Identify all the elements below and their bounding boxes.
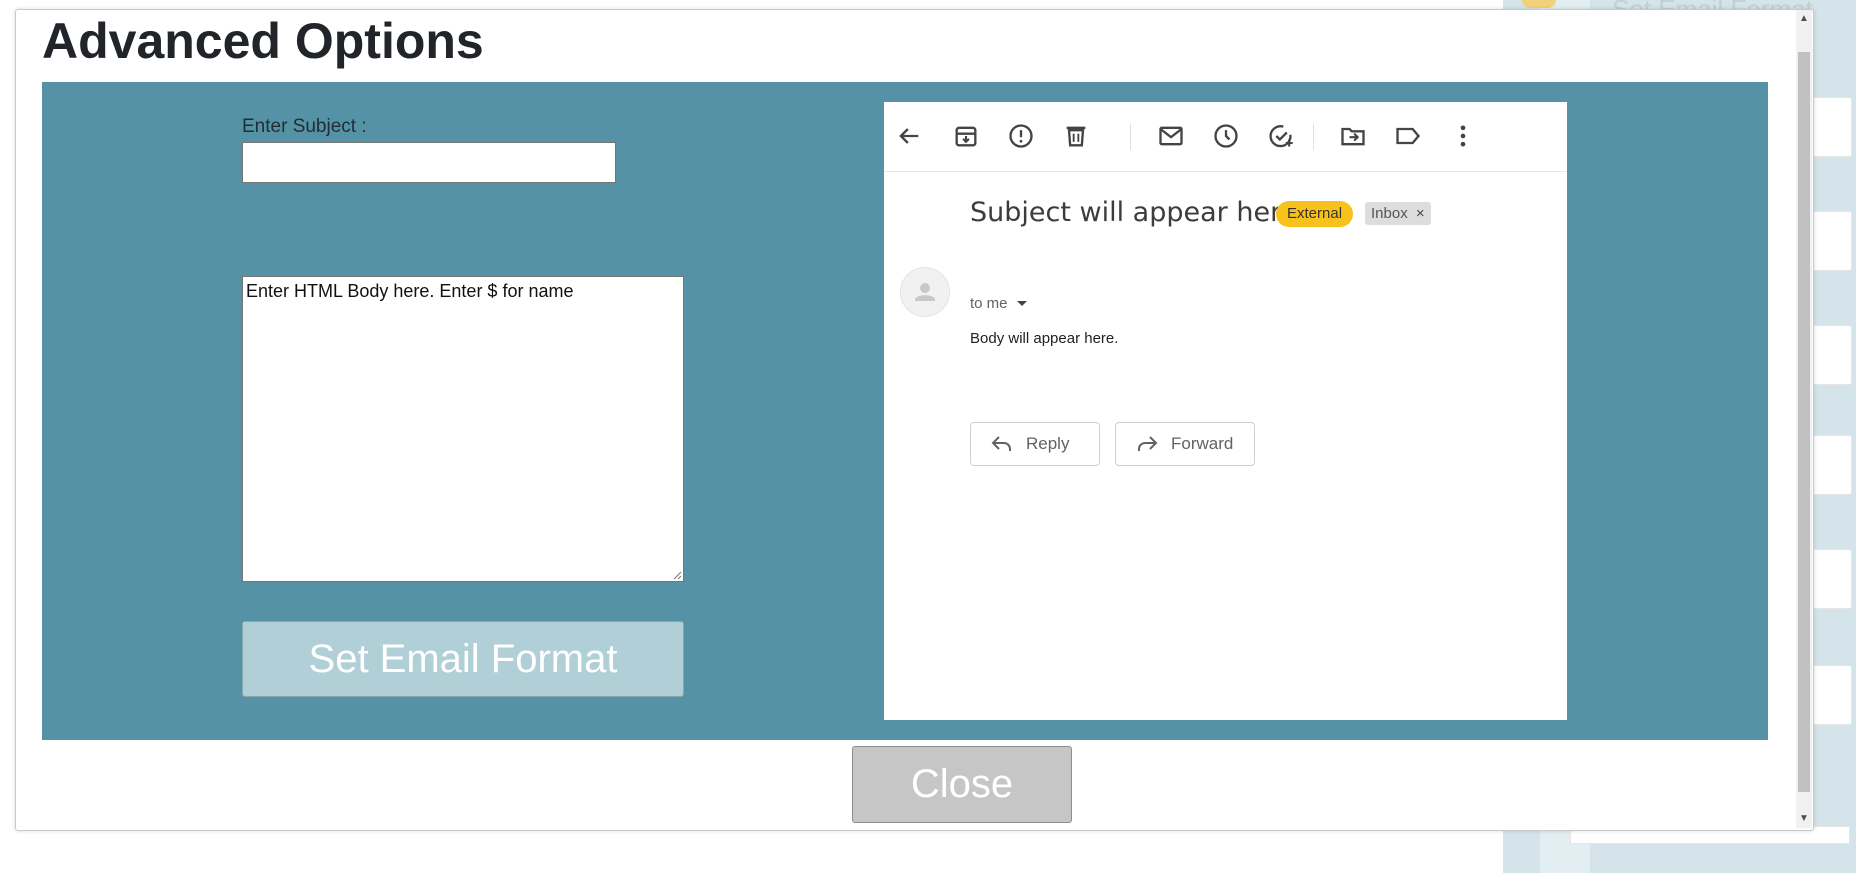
avatar <box>900 267 950 317</box>
toolbar-separator <box>1130 124 1131 150</box>
report-spam-icon[interactable] <box>1007 122 1035 150</box>
delete-icon[interactable] <box>1062 122 1090 150</box>
scroll-thumb[interactable] <box>1798 52 1810 792</box>
scroll-up-arrow-icon[interactable]: ▲ <box>1796 10 1812 28</box>
html-body-text: Enter HTML Body here. Enter $ for name <box>246 281 574 301</box>
inbox-label-badge: Inbox × <box>1365 202 1431 225</box>
html-body-textarea[interactable]: Enter HTML Body here. Enter $ for name <box>242 276 684 582</box>
recipient-text: to me <box>970 295 1008 312</box>
reply-icon <box>991 436 1011 451</box>
mark-unread-icon[interactable] <box>1157 122 1185 150</box>
forward-label: Forward <box>1171 434 1234 453</box>
add-task-icon[interactable] <box>1267 122 1295 150</box>
archive-icon[interactable] <box>952 122 980 150</box>
move-to-icon[interactable] <box>1339 122 1367 150</box>
preview-body: Body will appear here. <box>970 330 1119 347</box>
person-icon <box>915 283 935 301</box>
set-email-format-button[interactable]: Set Email Format <box>242 621 684 697</box>
toolbar-separator <box>1313 124 1314 150</box>
snooze-icon[interactable] <box>1212 122 1240 150</box>
scroll-down-arrow-icon[interactable]: ▼ <box>1796 810 1812 828</box>
advanced-options-modal: Advanced Options Enter Subject : Enter H… <box>15 9 1814 831</box>
forward-button[interactable]: Forward <box>1115 422 1255 466</box>
modal-title: Advanced Options <box>42 13 484 69</box>
recipient-line[interactable]: to me <box>970 295 1028 312</box>
more-icon[interactable] <box>1449 122 1477 150</box>
inbox-label-text: Inbox <box>1371 205 1408 222</box>
reply-label: Reply <box>1026 434 1070 453</box>
reply-button[interactable]: Reply <box>970 422 1100 466</box>
chevron-down-icon <box>1016 301 1027 306</box>
background-accent <box>1522 0 1556 8</box>
remove-label-icon[interactable]: × <box>1416 205 1425 222</box>
label-icon[interactable] <box>1394 122 1422 150</box>
options-panel: Enter Subject : Enter HTML Body here. En… <box>42 82 1768 740</box>
preview-toolbar <box>884 102 1567 172</box>
subject-label: Enter Subject : <box>242 116 367 137</box>
forward-icon <box>1138 436 1158 451</box>
close-button[interactable]: Close <box>852 746 1072 823</box>
back-arrow-icon[interactable] <box>895 122 923 150</box>
preview-subject: Subject will appear here <box>970 197 1298 228</box>
email-preview: Subject will appear here External Inbox … <box>884 102 1567 720</box>
resize-handle-icon[interactable] <box>672 570 682 580</box>
subject-input[interactable] <box>242 142 616 183</box>
modal-scrollbar[interactable]: ▲ ▼ <box>1796 10 1812 828</box>
external-badge: External <box>1276 201 1354 227</box>
